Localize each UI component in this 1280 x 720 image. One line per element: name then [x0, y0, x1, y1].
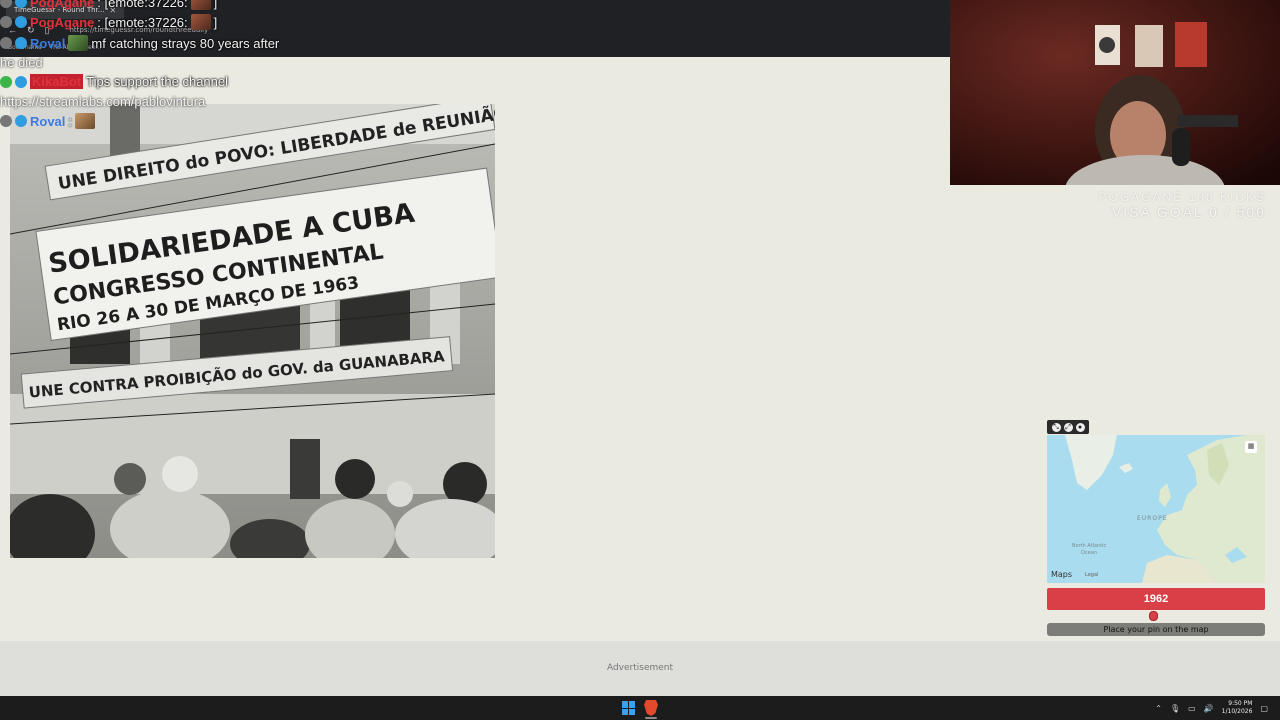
chat-username[interactable]: Roval [30, 114, 65, 129]
badge-icon [15, 16, 27, 28]
clock[interactable]: 9:50 PM 1/10/2026 [1222, 700, 1253, 716]
chat-username[interactable]: Roval [30, 36, 65, 51]
chevron-up-icon[interactable]: ⌃ [1155, 704, 1162, 713]
emote-icon [75, 113, 96, 129]
chat-username[interactable]: KikaBot [30, 74, 84, 89]
badge-icon [15, 37, 27, 49]
maps-brand-text: Maps [1051, 570, 1073, 579]
year-display: 1962 [1047, 588, 1265, 610]
microphone-icon[interactable]: 🎙 [1170, 704, 1180, 713]
chat-message: Roval mf catching strays 80 years after [0, 35, 279, 51]
emote-icon [190, 0, 211, 10]
pin-toggle-icon[interactable]: ● [1075, 422, 1085, 432]
chat-text: ] [213, 0, 218, 10]
notification-icon[interactable]: ▢ [1260, 704, 1268, 713]
avatar [0, 16, 12, 28]
avatar [0, 37, 12, 49]
chat-username[interactable]: PogAgane [30, 0, 94, 10]
clock-date: 1/10/2026 [1221, 708, 1253, 715]
chat-message: KikaBot Tips support the channel [0, 74, 228, 89]
chat-text: mf catching strays 80 years after [91, 35, 280, 51]
windows-start-icon[interactable] [622, 701, 636, 715]
emote-icon [190, 14, 211, 30]
map-label-ocean: North Atlantic Ocean [1071, 543, 1107, 556]
chat-username[interactable]: PogAgane [30, 15, 94, 30]
chat-text: : [emote:37226: [97, 0, 188, 10]
brave-browser-icon[interactable] [644, 700, 658, 716]
chat-link[interactable]: https://streamlabs.com/pablovintura [0, 94, 205, 109]
avatar [0, 0, 12, 8]
year-slider-thumb[interactable] [1149, 611, 1159, 621]
map-controls: ⤡ ⤢ ● [1047, 420, 1089, 434]
emote-icon [68, 35, 89, 51]
chat-text: : [68, 113, 73, 129]
guess-photo: UNE DIREITO do POVO: LIBERDADE de REUNIÃ… [10, 104, 495, 558]
year-slider[interactable] [1047, 611, 1265, 621]
map-legal-link[interactable]: Legal [1085, 572, 1098, 578]
active-app-indicator [645, 717, 657, 719]
chat-text: : [emote:37226: [97, 14, 188, 30]
shrink-icon[interactable]: ⤢ [1063, 422, 1073, 432]
avatar [0, 115, 12, 127]
chat-text: ] [213, 14, 218, 30]
taskbar: ⌃ 🎙 ▭ 🔊 9:50 PM 1/10/2026 ▢ [0, 696, 1280, 720]
badge-icon [15, 115, 27, 127]
system-tray: ⌃ 🎙 ▭ 🔊 9:50 PM 1/10/2026 ▢ [1155, 700, 1268, 716]
volume-icon[interactable]: 🔊 [1204, 704, 1214, 713]
chat-message: Roval : [0, 113, 96, 129]
chat-wrap-text: he died [0, 55, 43, 70]
clock-time: 9:50 PM [1228, 700, 1253, 707]
bot-badge-icon [0, 75, 12, 88]
badge-icon [15, 75, 27, 88]
ad-label: Advertisement [606, 663, 674, 673]
expand-icon[interactable]: ⤡ [1051, 422, 1061, 432]
goal-title: POGAGANE 100 KICKS [1098, 190, 1266, 204]
map-layers-icon[interactable]: ▦ [1245, 441, 1257, 453]
webcam-feed [950, 0, 1280, 185]
place-pin-button[interactable]: Place your pin on the map [1047, 623, 1265, 636]
stream-chat: PogAgane : [emote:37226: ] PogAgane : [e… [0, 0, 520, 135]
badge-icon [15, 0, 27, 8]
network-icon[interactable]: ▭ [1188, 704, 1196, 713]
goal-progress: VISA GOAL 0 / 500 [1111, 204, 1266, 220]
map-label-europe: EUROPE [1137, 515, 1168, 522]
chat-message: PogAgane : [emote:37226: ] [0, 0, 217, 10]
chat-message: PogAgane : [emote:37226: ] [0, 14, 217, 30]
guess-map[interactable]: EUROPE North Atlantic Ocean Maps Legal ▦ [1047, 435, 1265, 583]
chat-text: Tips support the channel [86, 74, 229, 89]
maps-logo: Maps [1051, 570, 1072, 579]
ad-banner: Advertisement [0, 641, 1280, 696]
goal-overlay: POGAGANE 100 KICKS VISA GOAL 0 / 500 [1099, 190, 1266, 220]
